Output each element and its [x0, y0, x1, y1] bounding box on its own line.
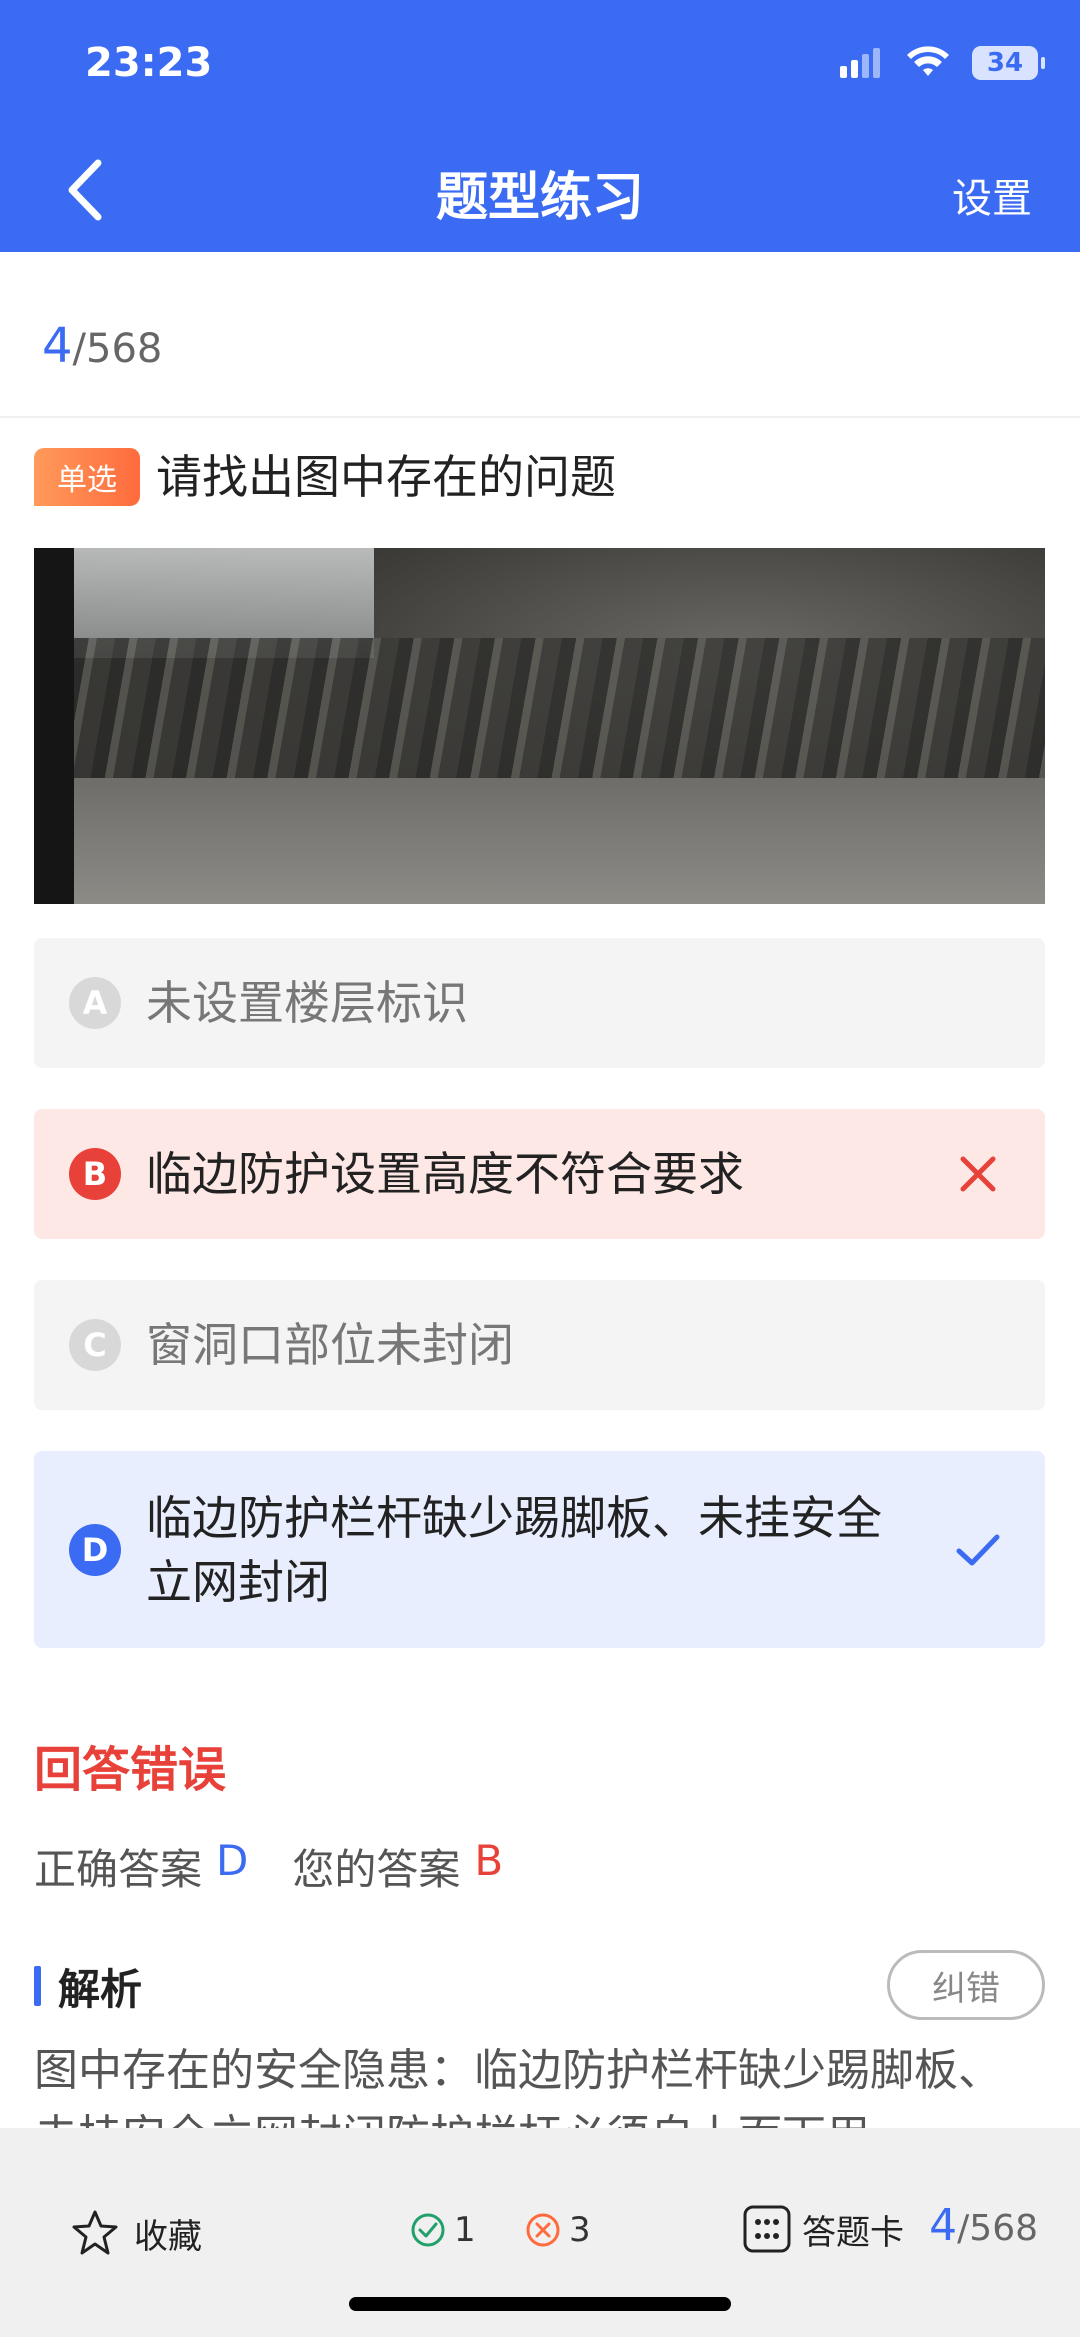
option-text: 窗洞口部位未封闭	[146, 1318, 514, 1372]
correct-answer-label: 正确答案	[34, 1845, 203, 1894]
answer-summary: 正确答案 D 您的答案 B	[34, 1836, 503, 1897]
wrong-icon	[960, 1156, 996, 1192]
cellular-signal-icon	[840, 48, 880, 78]
option-letter: B	[69, 1148, 121, 1200]
your-answer-label: 您的答案	[292, 1845, 461, 1894]
option-text: 未设置楼层标识	[146, 976, 468, 1030]
bottom-progress: 4/568	[929, 2200, 1038, 2251]
battery-indicator: 34	[972, 46, 1045, 80]
progress-total: /568	[72, 326, 163, 372]
option-letter: C	[69, 1319, 121, 1371]
status-icons: 34	[838, 46, 1045, 80]
option-c[interactable]: C 窗洞口部位未封闭	[34, 1280, 1045, 1410]
report-error-button[interactable]: 纠错	[887, 1950, 1045, 2020]
correct-count: 1	[410, 2210, 476, 2250]
correct-answer-value: D	[216, 1836, 249, 1885]
favorite-button[interactable]: 收藏	[70, 2208, 202, 2258]
photo-floor	[34, 778, 1045, 904]
your-answer-value: B	[474, 1836, 504, 1885]
option-text: 临边防护设置高度不符合要求	[146, 1147, 744, 1201]
wrong-count-value: 3	[569, 2210, 591, 2250]
bottom-progress-total: /568	[957, 2208, 1038, 2249]
question-progress: 4/568	[42, 318, 162, 374]
option-text: 临边防护栏杆缺少踢脚板、未挂安全立网封闭	[146, 1490, 882, 1609]
analysis-accent-bar	[34, 1966, 41, 2006]
page-title: 题型练习	[435, 168, 644, 228]
option-letter: D	[69, 1523, 121, 1576]
correct-count-value: 1	[454, 2210, 476, 2250]
option-a[interactable]: A 未设置楼层标识	[34, 938, 1045, 1068]
check-icon	[956, 1534, 1000, 1565]
star-icon	[72, 2210, 118, 2255]
x-circle-icon	[526, 2213, 560, 2247]
home-indicator[interactable]	[349, 2297, 731, 2311]
check-circle-icon	[411, 2213, 445, 2247]
question-image[interactable]	[34, 548, 1045, 904]
result-title: 回答错误	[34, 1742, 227, 1798]
header: 23:23 34 题型练习 设置	[0, 0, 1080, 252]
question-type-badge: 单选	[34, 448, 140, 506]
status-time: 23:23	[85, 40, 213, 86]
question-text: 请找出图中存在的问题	[156, 450, 616, 504]
answer-card-button[interactable]: 答题卡	[742, 2204, 904, 2254]
option-b[interactable]: B 临边防护设置高度不符合要求	[34, 1109, 1045, 1239]
progress-current: 4	[42, 318, 73, 374]
wifi-icon	[907, 46, 949, 76]
grid-icon	[743, 2205, 791, 2253]
option-letter: A	[69, 977, 121, 1029]
photo-column	[34, 548, 74, 904]
divider	[0, 416, 1080, 418]
wrong-count: 3	[525, 2210, 591, 2250]
settings-button[interactable]: 设置	[952, 166, 1032, 224]
photo-rubble	[34, 638, 1045, 798]
favorite-label: 收藏	[134, 2216, 202, 2257]
answer-card-label: 答题卡	[802, 2212, 904, 2253]
option-d[interactable]: D 临边防护栏杆缺少踢脚板、未挂安全立网封闭	[34, 1451, 1045, 1648]
analysis-title: 解析	[58, 1965, 143, 2014]
bottom-progress-current: 4	[929, 2200, 958, 2251]
